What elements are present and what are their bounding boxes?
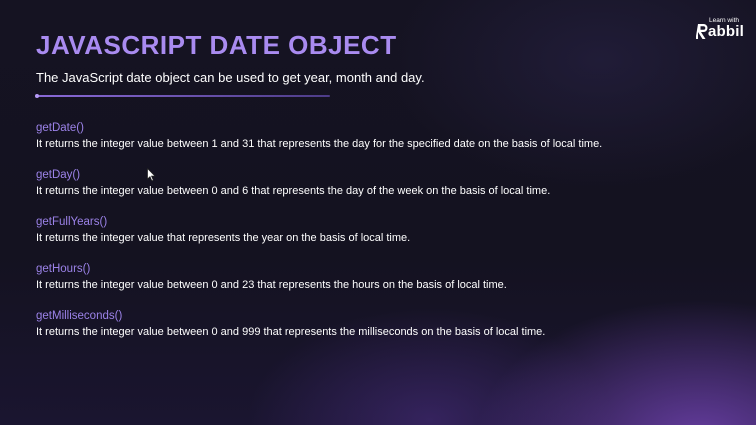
method-name: getFullYears() xyxy=(36,216,108,228)
list-item: getDate() It returns the integer value b… xyxy=(36,121,736,168)
slide: JAVASCRIPT DATE OBJECT The JavaScript da… xyxy=(0,0,756,425)
list-item: getFullYears() It returns the integer va… xyxy=(36,215,736,262)
method-description: It returns the integer value between 1 a… xyxy=(36,138,603,150)
rabbil-logo: Learn with abbil xyxy=(695,17,751,43)
method-description: It returns the integer value between 0 a… xyxy=(36,279,507,291)
logo-wordmark: abbil xyxy=(708,23,745,40)
title-divider xyxy=(35,94,330,98)
method-description: It returns the integer value that repres… xyxy=(36,232,411,244)
mouse-pointer-icon xyxy=(147,168,156,182)
method-description: It returns the integer value between 0 a… xyxy=(36,326,546,338)
method-name: getDay() xyxy=(36,169,81,181)
method-list: getDate() It returns the integer value b… xyxy=(36,121,736,356)
list-item: getMilliseconds() It returns the integer… xyxy=(36,309,736,356)
method-name: getMilliseconds() xyxy=(36,310,123,322)
method-name: getHours() xyxy=(36,263,91,275)
slide-subtitle: The JavaScript date object can be used t… xyxy=(36,70,425,85)
method-name: getDate() xyxy=(36,122,84,134)
slide-title: JAVASCRIPT DATE OBJECT xyxy=(36,30,397,60)
list-item: getHours() It returns the integer value … xyxy=(36,262,736,309)
list-item: getDay() It returns the integer value be… xyxy=(36,168,736,215)
method-description: It returns the integer value between 0 a… xyxy=(36,185,551,197)
